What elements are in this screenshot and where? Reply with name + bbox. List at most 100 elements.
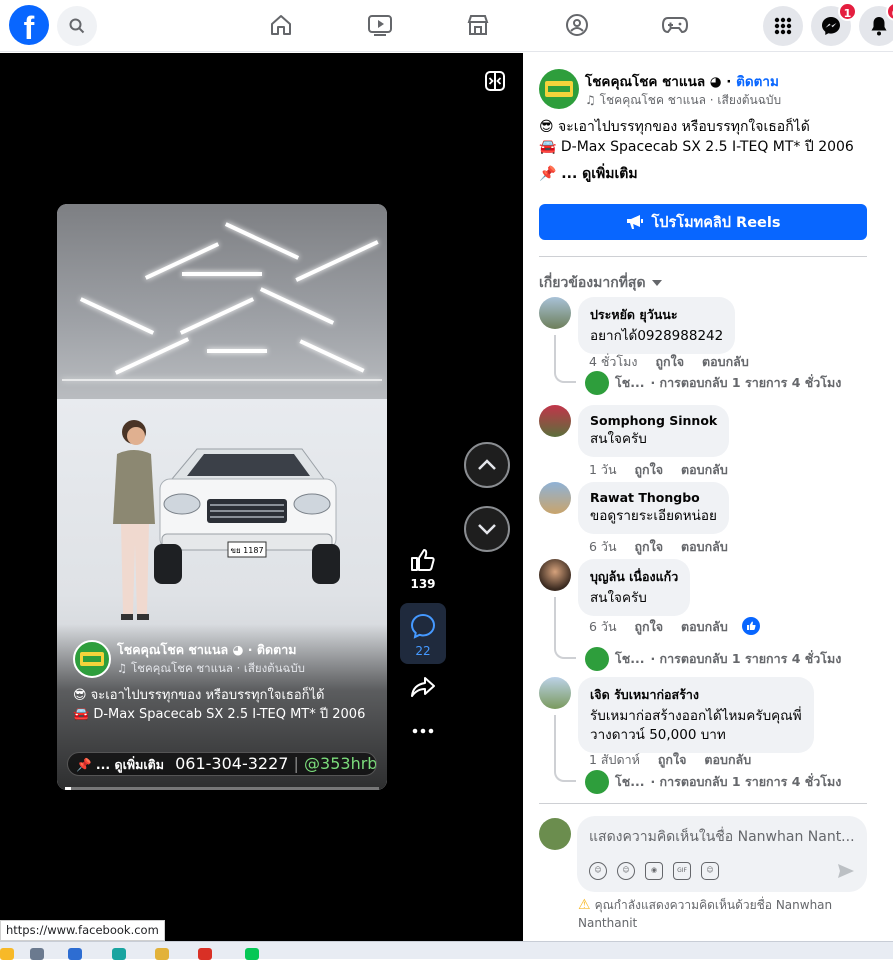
comment-reply-link[interactable]: ตอบกลับ <box>681 462 728 477</box>
reel-author-avatar[interactable] <box>73 640 111 678</box>
commenter-name[interactable]: เจิด รับเหมาก่อสร้าง <box>590 685 802 705</box>
comment-bubble: เจิด รับเหมาก่อสร้าง รับเหมาก่อสร้างออกไ… <box>578 677 814 753</box>
taskbar-app-icon[interactable] <box>68 948 82 960</box>
reel-line-id: @353hrbgn <box>304 754 377 773</box>
current-user-avatar[interactable] <box>539 818 571 850</box>
comment-like-link[interactable]: ถูกใจ <box>634 462 663 477</box>
comment-actions: 1 สัปดาห์ ถูกใจ ตอบกลับ <box>589 750 765 770</box>
comment-reply-link[interactable]: ตอบกลับ <box>681 619 728 634</box>
comment-actions: 4 ชั่วโมง ถูกใจ ตอบกลับ <box>589 352 763 372</box>
reel-see-more[interactable]: 📌 ... ดูเพิ่มเติม <box>76 757 164 772</box>
comment-input[interactable]: แสดงความคิดเห็นในชื่อ Nanwhan Nant... ☺ … <box>577 816 867 892</box>
facebook-logo[interactable]: f <box>9 5 49 45</box>
taskbar-app-icon[interactable] <box>0 948 14 960</box>
audio-source-link[interactable]: ♫ โชคคุณโชค ชาแนล · เสียงต้นฉบับ <box>585 91 781 110</box>
comment-time[interactable]: 1 สัปดาห์ <box>589 752 640 767</box>
like-reaction-icon[interactable] <box>742 617 760 635</box>
commenter-avatar[interactable] <box>539 559 571 591</box>
gif-icon[interactable]: GIF <box>673 862 691 880</box>
comment-time[interactable]: 6 วัน <box>589 619 617 634</box>
megaphone-icon <box>626 215 643 229</box>
next-reel-button[interactable] <box>464 506 510 552</box>
messenger-button[interactable]: 1 <box>811 2 857 46</box>
page-avatar[interactable] <box>539 69 579 109</box>
comment-text: อยากได้0928988242 <box>590 328 724 344</box>
commenter-avatar[interactable] <box>539 677 571 709</box>
more-dots-icon <box>412 728 434 734</box>
more-options-button[interactable] <box>400 723 446 737</box>
comment-bubble: Somphong Sinnok สนใจครับ <box>578 405 730 457</box>
camera-icon[interactable]: ◉ <box>645 862 663 880</box>
view-replies-link[interactable]: โช... · การตอบกลับ 1 รายการ 4 ชั่วโมง <box>585 371 841 395</box>
taskbar-app-icon[interactable] <box>198 948 212 960</box>
reply-author-avatar <box>585 371 609 395</box>
divider <box>539 256 867 257</box>
comment-reply-link[interactable]: ตอบกลับ <box>704 752 751 767</box>
commenter-name[interactable]: ประหยัด ยุวันนะ <box>590 305 723 325</box>
groups-icon <box>566 14 588 36</box>
reel-progress-bar[interactable] <box>65 787 379 790</box>
reply-thread-line <box>554 715 576 782</box>
comment-text: สนใจครับ <box>590 590 647 606</box>
taskbar-app-icon[interactable] <box>245 948 259 960</box>
taskbar-app-icon[interactable] <box>155 948 169 960</box>
search-button[interactable] <box>57 6 97 46</box>
avatar-sticker-icon[interactable]: ☺ <box>589 862 607 880</box>
previous-reel-button[interactable] <box>464 442 510 488</box>
commenter-avatar[interactable] <box>539 482 571 514</box>
messenger-icon <box>822 17 840 35</box>
view-replies-link[interactable]: โช... · การตอบกลับ 1 รายการ 4 ชั่วโมง <box>585 770 841 794</box>
gaming-tab[interactable] <box>660 10 690 40</box>
notifications-button[interactable]: 6 <box>859 2 893 46</box>
comment-reply-link[interactable]: ตอบกลับ <box>702 354 749 369</box>
commenter-avatar[interactable] <box>539 405 571 437</box>
bell-icon <box>871 17 887 36</box>
thumbs-up-icon <box>411 549 435 571</box>
reel-action-column: 139 22 <box>400 548 446 749</box>
share-button[interactable] <box>400 676 446 701</box>
reel-author-name[interactable]: โชคคุณโชค ชาแนล ◕ · ติดตาม <box>117 640 297 660</box>
reel-video[interactable]: ขย 1187 โชคคุณโชค ชาแนล ◕ · ติดตาม ♫ โชค… <box>57 204 387 790</box>
comment-reply-link[interactable]: ตอบกลับ <box>681 539 728 554</box>
comment-button[interactable]: 22 <box>400 603 446 664</box>
commenter-avatar[interactable] <box>539 297 571 329</box>
taskbar-app-icon[interactable] <box>30 948 44 960</box>
taskbar-app-icon[interactable] <box>112 948 126 960</box>
like-button[interactable]: 139 <box>400 548 446 591</box>
promote-reel-button[interactable]: โปรโมทคลิป Reels <box>539 204 867 240</box>
minimize-icon[interactable] <box>484 70 506 92</box>
comment-text-line-2: วางดาวน์ 50,000 บาท <box>590 727 726 743</box>
comment-like-link[interactable]: ถูกใจ <box>634 539 663 554</box>
video-tab[interactable] <box>365 10 395 40</box>
chevron-up-icon <box>478 459 496 470</box>
composer-tools: ☺ ☺ ◉ GIF ☺ <box>589 862 719 880</box>
page-logo-icon <box>80 652 104 666</box>
comment-sort-dropdown[interactable]: เกี่ยวข้องมากที่สุด <box>539 272 662 294</box>
send-icon[interactable] <box>837 862 855 880</box>
commenter-name[interactable]: Rawat Thongbo <box>590 490 717 505</box>
comment-like-link[interactable]: ถูกใจ <box>655 354 684 369</box>
home-tab[interactable] <box>266 10 296 40</box>
reel-audio-label[interactable]: ♫ โชคคุณโชค ชาแนล · เสียงต้นฉบับ <box>117 660 305 678</box>
emoji-icon[interactable]: ☺ <box>617 862 635 880</box>
comment-like-link[interactable]: ถูกใจ <box>658 752 687 767</box>
page-name[interactable]: โชคคุณโชค ชาแนล ◕ · ติดตาม <box>585 70 779 92</box>
comment-time[interactable]: 6 วัน <box>589 539 617 554</box>
see-more-link[interactable]: 📌 ... ดูเพิ่มเติม <box>539 163 638 185</box>
marketplace-tab[interactable] <box>463 10 493 40</box>
comment-sort-label: เกี่ยวข้องมากที่สุด <box>539 275 646 291</box>
comment-time[interactable]: 4 ชั่วโมง <box>589 354 638 369</box>
comment-time[interactable]: 1 วัน <box>589 462 617 477</box>
groups-tab[interactable] <box>562 10 592 40</box>
sticker-icon[interactable]: ☺ <box>701 862 719 880</box>
grid-menu-icon <box>774 17 792 35</box>
menu-button[interactable] <box>763 6 803 46</box>
license-plate: ขย 1187 <box>230 546 263 555</box>
commenter-name[interactable]: บุญล้น เนื่องแก้ว <box>590 567 678 587</box>
view-replies-link[interactable]: โช... · การตอบกลับ 1 รายการ 4 ชั่วโมง <box>585 647 841 671</box>
commenter-name[interactable]: Somphong Sinnok <box>590 413 717 428</box>
follow-link[interactable]: ติดตาม <box>736 74 779 90</box>
comment-like-link[interactable]: ถูกใจ <box>634 619 663 634</box>
pickup-truck-image: ขย 1187 <box>154 448 340 584</box>
reel-phone-number: 061-304-3227 <box>175 754 289 773</box>
